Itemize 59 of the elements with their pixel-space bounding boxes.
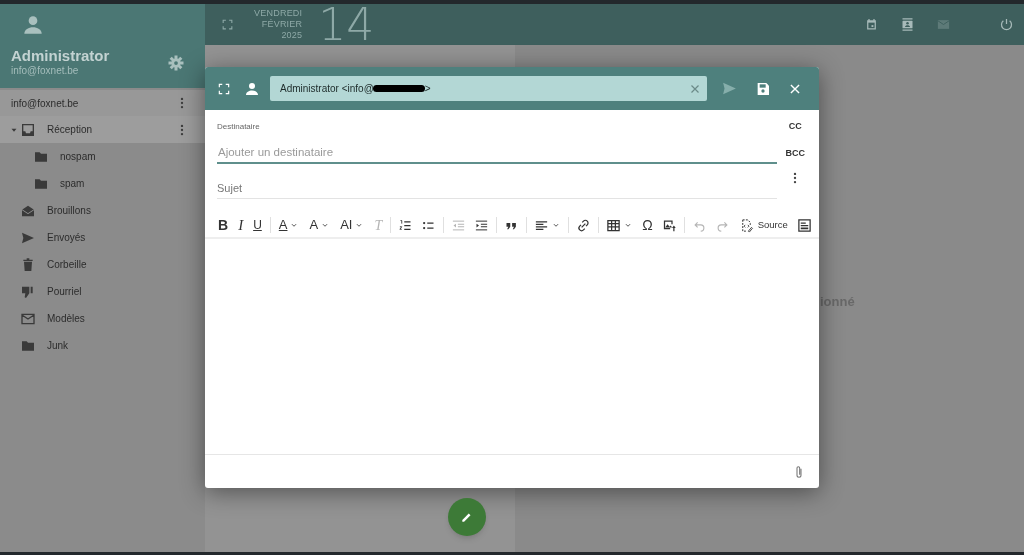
folder-label: Brouillons bbox=[47, 204, 91, 218]
special-character-button[interactable]: Ω bbox=[637, 214, 658, 236]
cc-button[interactable]: CC bbox=[788, 118, 802, 136]
folder-label: Envoyés bbox=[47, 231, 86, 245]
clear-icon[interactable] bbox=[689, 82, 701, 95]
source-button[interactable]: Source bbox=[733, 214, 793, 236]
font-button[interactable]: A bbox=[304, 214, 336, 236]
folder-item[interactable]: Réception bbox=[0, 116, 205, 143]
settings-icon[interactable] bbox=[167, 54, 185, 72]
power-icon[interactable] bbox=[999, 17, 1014, 32]
folder-item[interactable]: nospam bbox=[0, 143, 205, 170]
folder-label: nospam bbox=[60, 150, 96, 164]
sender-text: Administrator <info@ bbox=[280, 82, 374, 96]
sender-field[interactable]: Administrator <info@ > bbox=[270, 76, 707, 101]
recipient-label: Destinataire bbox=[217, 121, 261, 133]
folder-label: Junk bbox=[47, 339, 69, 353]
underline-button[interactable]: U bbox=[248, 214, 267, 236]
folder-item[interactable]: Pourriel bbox=[0, 278, 205, 305]
font-color-button[interactable]: A bbox=[273, 214, 305, 236]
day-number: 14 bbox=[318, 4, 375, 45]
inbox-icon bbox=[20, 121, 36, 138]
template-icon[interactable] bbox=[796, 217, 812, 233]
numbered-list-icon[interactable] bbox=[398, 217, 414, 233]
indent-icon[interactable] bbox=[474, 217, 490, 233]
mailbox-label: info@foxnet.be bbox=[11, 96, 79, 111]
recipient-field[interactable]: Ajouter un destinataire bbox=[217, 142, 777, 164]
bcc-button[interactable]: BCC bbox=[785, 145, 805, 163]
weekday-label: VENDREDI bbox=[254, 8, 303, 19]
folder-item[interactable]: Envoyés bbox=[0, 224, 205, 251]
year-label: 2025 bbox=[281, 30, 303, 41]
folder-item[interactable]: spam bbox=[0, 170, 205, 197]
link-icon[interactable] bbox=[576, 217, 592, 233]
trash-icon bbox=[20, 256, 36, 273]
fullscreen-icon[interactable] bbox=[221, 18, 234, 31]
folder-label: Pourriel bbox=[47, 285, 82, 299]
account-email: info@foxnet.be bbox=[11, 64, 79, 78]
mailbox-row[interactable]: info@foxnet.be bbox=[0, 90, 205, 116]
calendar-icon[interactable] bbox=[864, 17, 879, 32]
month-label: FÉVRIER bbox=[261, 19, 303, 30]
account-name: Administrator bbox=[11, 46, 110, 66]
folder-label: Réception bbox=[47, 123, 93, 137]
font-size-button[interactable]: AI bbox=[335, 214, 370, 236]
folder-label: Modèles bbox=[47, 312, 85, 326]
italic-button[interactable]: I bbox=[233, 214, 249, 236]
contact-card-icon[interactable] bbox=[900, 17, 915, 32]
table-icon[interactable] bbox=[606, 217, 622, 233]
subject-field[interactable]: Sujet bbox=[217, 177, 777, 199]
save-icon[interactable] bbox=[755, 80, 771, 97]
bold-button[interactable]: B bbox=[213, 214, 234, 236]
sender-text-end: > bbox=[424, 82, 431, 96]
redaction-mark bbox=[372, 85, 425, 92]
folder-item[interactable]: Brouillons bbox=[0, 197, 205, 224]
folder-label: spam bbox=[60, 177, 85, 191]
folder-item[interactable]: Modèles bbox=[0, 305, 205, 332]
close-icon[interactable] bbox=[788, 81, 802, 96]
fullscreen-icon[interactable] bbox=[217, 81, 231, 96]
folder-item[interactable]: Junk bbox=[0, 332, 205, 359]
folder-label: Corbeille bbox=[47, 258, 87, 272]
folder-item[interactable]: Corbeille bbox=[0, 251, 205, 278]
